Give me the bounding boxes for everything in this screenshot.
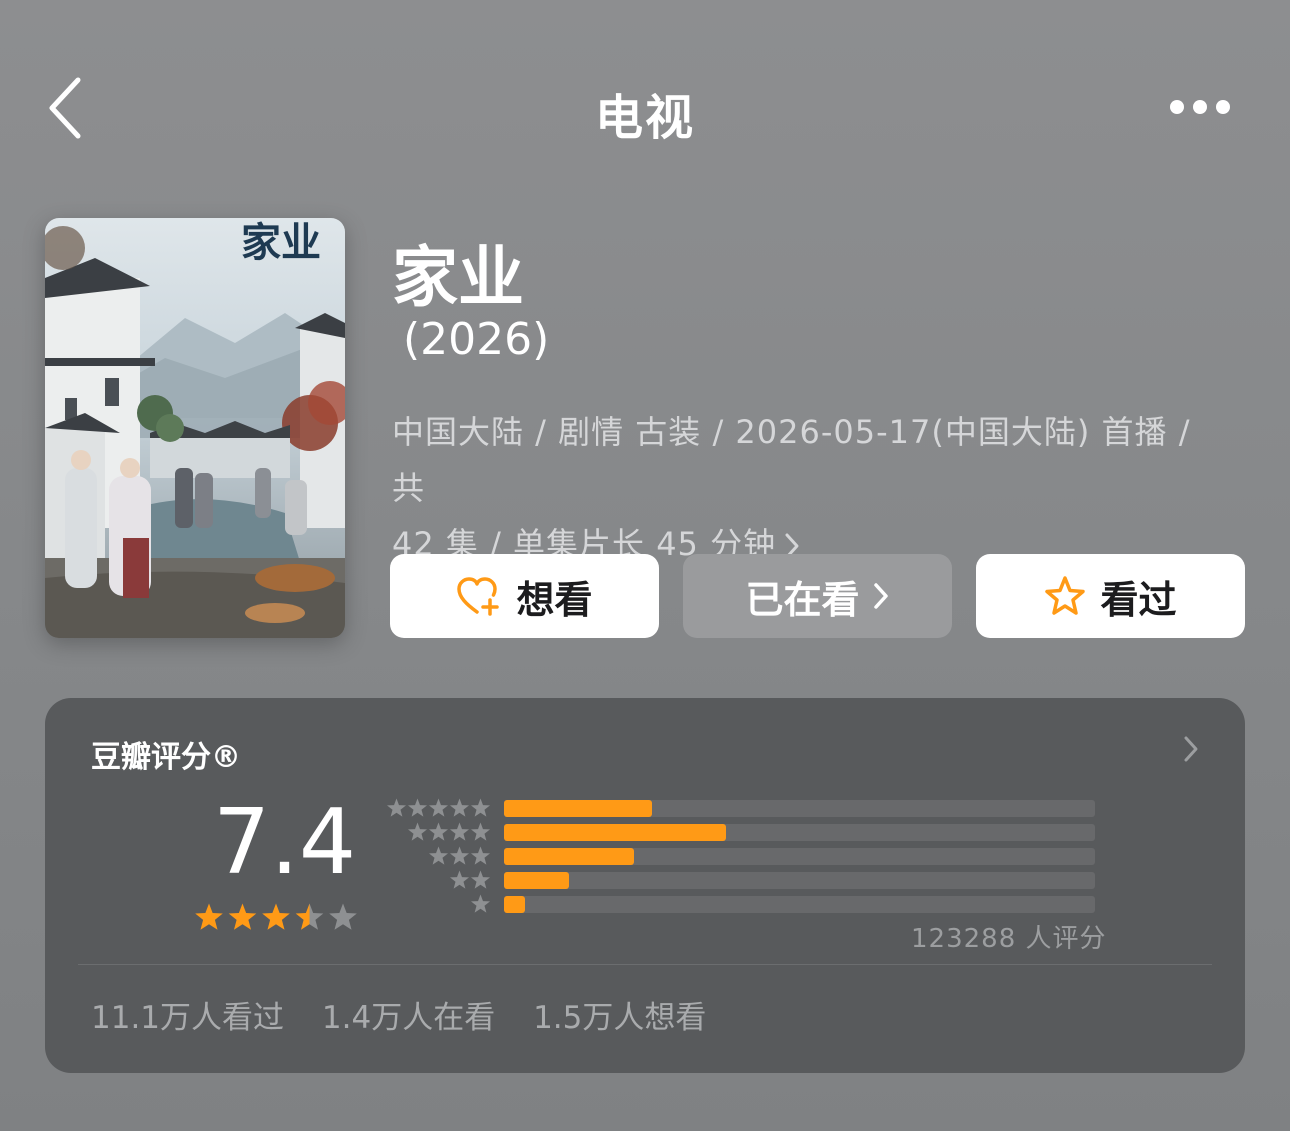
distribution-star-label (470, 894, 491, 913)
more-options-button[interactable] (1160, 90, 1240, 124)
distribution-star-label (449, 870, 491, 889)
rating-star (295, 903, 324, 930)
distribution-row (383, 822, 1103, 842)
chevron-right-icon (1184, 736, 1198, 762)
distribution-bar-fill (504, 800, 652, 817)
watched-button[interactable]: 看过 (976, 554, 1245, 638)
distribution-star-icon (470, 822, 491, 841)
distribution-bar-track (504, 872, 1095, 889)
distribution-row (383, 870, 1103, 890)
heart-plus-icon (457, 577, 500, 616)
distribution-bar-track (504, 848, 1095, 865)
distribution-bar-fill (504, 824, 726, 841)
rating-count: 123288 人评分 (911, 924, 1107, 954)
meta-line-1: 中国大陆 / 剧情 古装 / 2026-05-17(中国大陆) 首播 / 共 (392, 413, 1191, 507)
distribution-star-label (386, 798, 491, 817)
distribution-star-icon (449, 846, 470, 865)
distribution-bar-fill (504, 872, 569, 889)
more-dot-icon (1193, 100, 1207, 114)
distribution-star-icon (428, 846, 449, 865)
rating-star (228, 903, 257, 930)
rating-score: 7.4 (213, 790, 357, 895)
show-year: (2026) (403, 314, 550, 365)
divider (78, 964, 1212, 965)
distribution-bar-fill (504, 896, 525, 913)
distribution-star-icon (470, 870, 491, 889)
audience-stats: 11.1万人看过 1.4万人在看 1.5万人想看 (91, 992, 734, 1037)
want-to-watch-label: 想看 (516, 577, 593, 622)
want-to-watch-button[interactable]: 想看 (390, 554, 659, 638)
nav-bar: 电视 (0, 0, 1290, 215)
distribution-bar-fill (504, 848, 635, 865)
rating-star (262, 903, 290, 930)
rating-stars (195, 903, 357, 930)
distribution-bar-track (504, 896, 1095, 913)
rating-star (329, 903, 357, 930)
distribution-row (383, 798, 1103, 818)
distribution-star-icon (470, 798, 491, 817)
distribution-star-icon (428, 798, 449, 817)
watching-label: 已在看 (745, 577, 860, 622)
more-dot-icon (1216, 100, 1230, 114)
distribution-star-icon (407, 822, 428, 841)
watching-button[interactable]: 已在看 (683, 554, 952, 638)
more-dot-icon (1170, 100, 1184, 114)
chevron-right-icon (873, 583, 888, 609)
watched-label: 看过 (1100, 577, 1177, 622)
rating-label: 豆瓣评分® (91, 740, 241, 775)
stat-watched: 11.1万人看过 (91, 1000, 285, 1036)
action-buttons: 想看 已在看 看过 (390, 554, 1245, 638)
distribution-bar-track (504, 800, 1095, 817)
distribution-star-icon (407, 798, 428, 817)
star-outline-icon (1045, 576, 1086, 615)
show-meta[interactable]: 中国大陆 / 剧情 古装 / 2026-05-17(中国大陆) 首播 / 共 4… (392, 404, 1232, 572)
distribution-star-icon (449, 798, 470, 817)
rating-card[interactable]: 豆瓣评分® 7.4 123288 人评分 11.1万人看过 1.4万人在看 1.… (45, 698, 1245, 1073)
distribution-row (383, 846, 1103, 866)
stat-want: 1.5万人想看 (533, 1000, 707, 1036)
distribution-star-icon (449, 822, 470, 841)
page-title: 电视 (594, 90, 695, 146)
poster-title-text: 家业 (241, 219, 321, 266)
distribution-star-icon (386, 798, 407, 817)
rating-star (195, 903, 223, 930)
stat-watching: 1.4万人在看 (321, 1000, 496, 1036)
distribution-star-icon (470, 846, 491, 865)
show-title: 家业 (392, 239, 524, 316)
distribution-star-icon (470, 894, 491, 913)
distribution-star-icon (449, 870, 470, 889)
distribution-row (383, 894, 1103, 914)
poster-image[interactable]: 家业 (45, 218, 345, 638)
distribution-star-label (428, 846, 491, 865)
rating-distribution (383, 798, 1103, 923)
distribution-star-icon (428, 822, 449, 841)
distribution-bar-track (504, 824, 1095, 841)
distribution-star-label (407, 822, 491, 841)
